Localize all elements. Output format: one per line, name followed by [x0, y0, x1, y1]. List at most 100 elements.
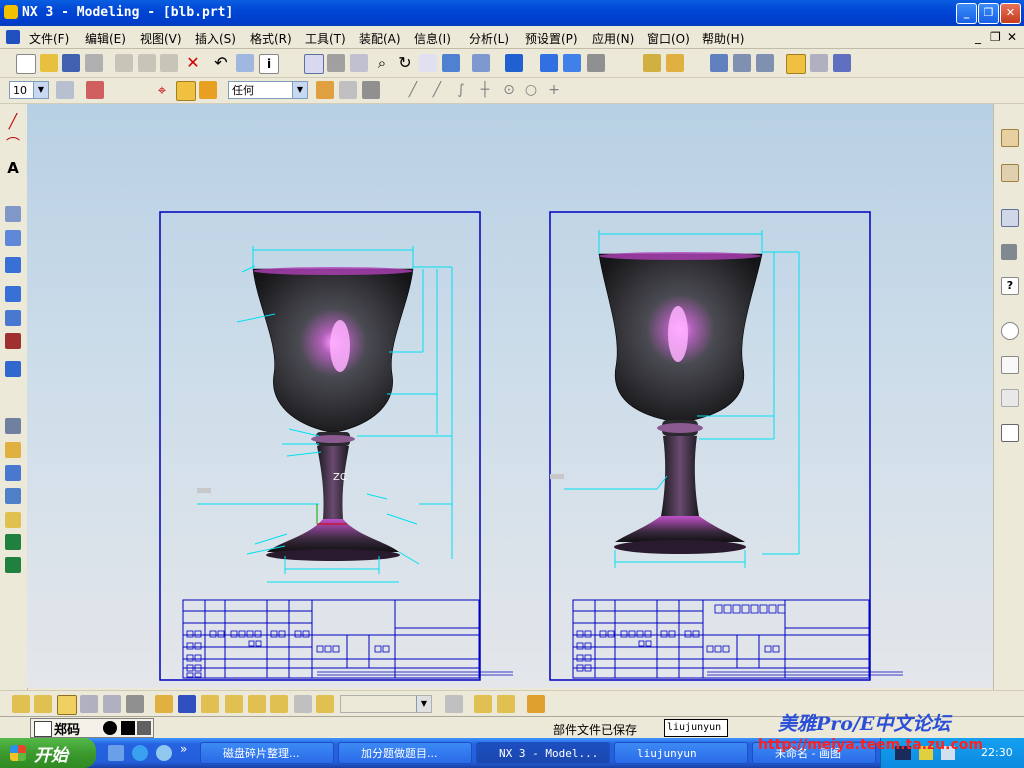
palette-icon[interactable]: [1001, 209, 1019, 227]
graphics-window[interactable]: ZC: [27, 104, 993, 688]
paste-icon[interactable]: [160, 54, 178, 72]
mdi-close-button[interactable]: ✕: [1007, 30, 1017, 44]
mate-icon[interactable]: [155, 695, 173, 713]
pattern-icon[interactable]: [5, 488, 21, 504]
arc-center-icon[interactable]: ⊙: [500, 81, 518, 99]
intersect-icon[interactable]: ┼: [476, 81, 494, 99]
media-icon[interactable]: [156, 745, 172, 761]
section-icon[interactable]: [643, 54, 661, 72]
menu-format[interactable]: 格式(R): [250, 30, 292, 47]
component-icon[interactable]: [34, 695, 52, 713]
start-button[interactable]: 开始: [0, 738, 96, 768]
reference-set-select[interactable]: ▼: [340, 695, 432, 713]
snap-view-icon[interactable]: [419, 54, 437, 72]
menu-application[interactable]: 应用(N): [592, 30, 634, 47]
help-icon[interactable]: ?: [1001, 277, 1019, 295]
cut-icon[interactable]: [115, 54, 133, 72]
copy-view-icon[interactable]: [80, 695, 98, 713]
sequence-icon[interactable]: [316, 695, 334, 713]
open-folder-icon[interactable]: [40, 54, 58, 72]
pan-icon[interactable]: [350, 54, 368, 72]
task-homework[interactable]: 加分题做题目...: [338, 742, 472, 764]
pattern-component-icon[interactable]: [201, 695, 219, 713]
layer-select[interactable]: 10 ▼: [9, 81, 49, 99]
clearance-icon[interactable]: [474, 695, 492, 713]
text-tool-icon[interactable]: A: [5, 160, 21, 176]
menu-tools[interactable]: 工具(T): [305, 30, 346, 47]
keyboard-icon[interactable]: [137, 721, 151, 735]
copy-icon[interactable]: [138, 54, 156, 72]
move-icon[interactable]: [103, 695, 121, 713]
measure-icon[interactable]: [666, 54, 684, 72]
chevron-down-icon[interactable]: ▼: [416, 696, 431, 712]
menu-edit[interactable]: 编辑(E): [85, 30, 126, 47]
save-icon[interactable]: [62, 54, 80, 72]
book-icon[interactable]: [5, 230, 21, 246]
line-snap-icon[interactable]: ╱: [404, 81, 422, 99]
chevron-down-icon[interactable]: ▼: [33, 82, 48, 98]
show-desktop-icon[interactable]: [108, 745, 124, 761]
zoom-window-icon[interactable]: [327, 54, 345, 72]
print-icon[interactable]: [85, 54, 103, 72]
face-analysis-icon[interactable]: [587, 54, 605, 72]
sketch-icon[interactable]: [5, 206, 21, 222]
back-icon[interactable]: [339, 81, 357, 99]
revolve-icon[interactable]: [5, 286, 21, 302]
restore-button[interactable]: ❐: [978, 3, 999, 24]
show-icon[interactable]: [756, 54, 774, 72]
extrude-icon[interactable]: [5, 257, 21, 273]
export-icon[interactable]: [527, 695, 545, 713]
chamfer-icon[interactable]: [5, 442, 21, 458]
snap-point-icon[interactable]: ⌖: [153, 81, 171, 99]
reposition-icon[interactable]: [178, 695, 196, 713]
hide-icon[interactable]: [733, 54, 751, 72]
close-button[interactable]: ✕: [1000, 3, 1021, 24]
menu-insert[interactable]: 插入(S): [195, 30, 236, 47]
existing-point-icon[interactable]: +: [545, 81, 563, 99]
rotate-icon[interactable]: ↻: [396, 54, 414, 72]
mirror-icon[interactable]: [5, 512, 21, 528]
menu-info[interactable]: 信息(I): [414, 30, 451, 47]
trim-icon[interactable]: [5, 557, 21, 573]
menu-preferences[interactable]: 预设置(P): [525, 30, 578, 47]
part-navigator-icon[interactable]: [1001, 164, 1019, 182]
menu-file[interactable]: 文件(F): [29, 30, 69, 47]
repeat-icon[interactable]: [236, 54, 254, 72]
shaded-icon[interactable]: [505, 54, 523, 72]
task-nx[interactable]: NX 3 - Model...: [476, 742, 610, 764]
assembly-navigator-icon[interactable]: [786, 54, 806, 74]
chevron-down-icon[interactable]: ▼: [292, 82, 307, 98]
sew-icon[interactable]: [5, 534, 21, 550]
web-browser-icon[interactable]: [1001, 244, 1017, 260]
information-icon[interactable]: i: [259, 54, 279, 74]
shell-icon[interactable]: [5, 465, 21, 481]
wave-link-icon[interactable]: [270, 695, 288, 713]
new-file-icon[interactable]: [16, 54, 36, 74]
task-defrag[interactable]: 磁盘碎片整理...: [200, 742, 334, 764]
type-filter-select[interactable]: 任何 ▼: [228, 81, 308, 99]
mdi-restore-button[interactable]: ❐: [990, 30, 1001, 44]
selection-filter-icon[interactable]: [86, 81, 104, 99]
mid-point-icon[interactable]: ∫: [452, 81, 470, 99]
hierarchy-icon[interactable]: [362, 81, 380, 99]
datum-icon[interactable]: [5, 333, 21, 349]
zoom-icon[interactable]: ⌕: [373, 54, 391, 72]
fit-view-icon[interactable]: [304, 54, 324, 74]
select-body-icon[interactable]: [199, 81, 217, 99]
weight-icon[interactable]: [497, 695, 515, 713]
ime-icon[interactable]: [34, 721, 52, 737]
menu-assembly[interactable]: 装配(A): [359, 30, 401, 47]
shaded-edges-icon[interactable]: [540, 54, 558, 72]
arc-tool-icon[interactable]: ⌒: [5, 137, 21, 153]
ime-bar[interactable]: 郑码: [30, 718, 154, 738]
menu-help[interactable]: 帮助(H): [702, 30, 744, 47]
roles-icon[interactable]: [1001, 424, 1019, 442]
explode-icon[interactable]: [294, 695, 312, 713]
mirror-assembly-icon[interactable]: [225, 695, 243, 713]
view-orientation-icon[interactable]: [442, 54, 460, 72]
blend-icon[interactable]: [5, 418, 21, 434]
replace-icon[interactable]: [126, 695, 144, 713]
undo-icon[interactable]: ↶: [212, 54, 230, 72]
document-icon[interactable]: [6, 30, 20, 44]
task-folder[interactable]: liujunyun: [614, 742, 748, 764]
